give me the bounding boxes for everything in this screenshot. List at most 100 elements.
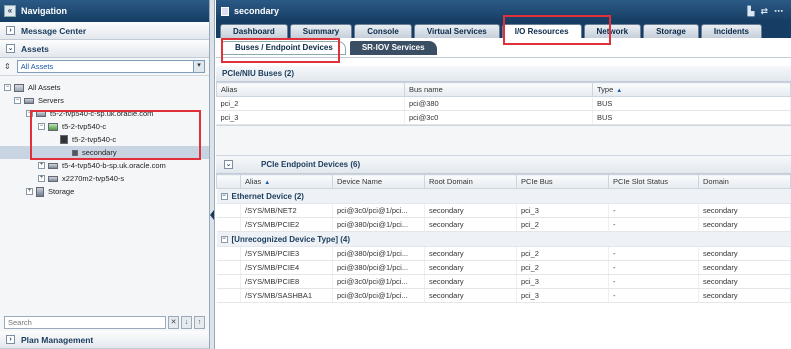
- table-row[interactable]: /SYS/MB/PCIE8 pci@3c0/pci@1/pci... secon…: [216, 274, 791, 289]
- table-cell: secondary: [698, 246, 791, 261]
- column-header-expander: [216, 174, 241, 189]
- table-cell: pci_3: [516, 288, 609, 303]
- tree-node-servers[interactable]: − Servers: [0, 94, 209, 107]
- collapse-node-icon[interactable]: −: [4, 84, 11, 91]
- asset-filter-select[interactable]: All Assets ▾: [16, 60, 205, 73]
- tab-io-resources[interactable]: I/O Resources: [501, 24, 582, 38]
- tree-node-storage[interactable]: + Storage: [0, 185, 209, 198]
- group-row-unrecognized[interactable]: − [Unrecognized Device Type] (4): [216, 231, 791, 247]
- server-icon: [48, 175, 58, 182]
- tree-node-server1-host[interactable]: t5-2-tvp540-c: [0, 133, 209, 146]
- tree-node-server1-os[interactable]: − t5-2-tvp540-c: [0, 120, 209, 133]
- main-header: secondary ▙ ⇄ ⋯: [216, 0, 791, 22]
- collapse-icon[interactable]: «: [4, 5, 16, 17]
- tab-virtual-services[interactable]: Virtual Services: [413, 24, 500, 38]
- arrow-up-icon[interactable]: ↑: [194, 315, 205, 329]
- asset-filter-row: ⇕ All Assets ▾: [0, 58, 209, 76]
- clear-icon[interactable]: ✕: [168, 315, 179, 329]
- table-cell: /SYS/MB/PCIE2: [240, 217, 333, 232]
- collapse-node-icon[interactable]: −: [220, 235, 228, 243]
- search-input[interactable]: [4, 315, 166, 329]
- tab-network[interactable]: Network: [583, 24, 642, 38]
- group-row-ethernet[interactable]: − Ethernet Device (2): [216, 188, 791, 204]
- subtab-buses-endpoints[interactable]: Buses / Endpoint Devices: [222, 40, 346, 55]
- main-panel: secondary ▙ ⇄ ⋯ Dashboard Summary Consol…: [216, 0, 791, 349]
- collapse-node-icon[interactable]: −: [38, 123, 45, 130]
- chevron-down-icon[interactable]: ▾: [193, 61, 204, 72]
- column-header-root-domain[interactable]: Root Domain: [424, 174, 517, 189]
- expand-node-icon[interactable]: +: [38, 175, 45, 182]
- table-cell: pci@3c0/pci@1/pci...: [332, 288, 425, 303]
- table-cell: /SYS/MB/NET2: [240, 203, 333, 218]
- tab-incidents[interactable]: Incidents: [700, 24, 763, 38]
- collapse-node-icon[interactable]: −: [14, 97, 21, 104]
- table-cell: pci@3c0/pci@1/pci...: [332, 203, 425, 218]
- tree-label: Storage: [48, 187, 75, 196]
- collapse-node-icon[interactable]: −: [220, 192, 228, 200]
- tree-label: t5-4-tvp540-b-sp.uk.oracle.com: [62, 161, 166, 170]
- collapse-arrow-icon[interactable]: [210, 210, 214, 220]
- refresh-icon[interactable]: ⇄: [760, 6, 768, 17]
- assets-accordion[interactable]: ⌄ Assets: [0, 40, 209, 58]
- column-header-alias[interactable]: Alias ▲: [240, 174, 333, 189]
- column-header-slot-status[interactable]: PCIe Slot Status: [608, 174, 699, 189]
- table-cell: pci@380/pci@1/pci...: [332, 217, 425, 232]
- tree-node-all-assets[interactable]: − All Assets: [0, 81, 209, 94]
- expand-node-icon[interactable]: +: [26, 188, 33, 195]
- tab-console[interactable]: Console: [354, 24, 412, 38]
- buses-panel-title: PCIe/NIU Buses (2): [216, 66, 791, 82]
- endpoints-title-label: PCIe Endpoint Devices (6): [261, 160, 361, 169]
- table-row[interactable]: pci_2 pci@380 BUS: [216, 96, 791, 111]
- search-row: ✕ ↓ ↑: [0, 314, 209, 330]
- table-cell: pci@380: [404, 96, 593, 111]
- message-center-accordion[interactable]: › Message Center: [0, 22, 209, 40]
- table-row[interactable]: /SYS/MB/PCIE2 pci@380/pci@1/pci... secon…: [216, 217, 791, 232]
- collapse-node-icon[interactable]: −: [26, 110, 33, 117]
- sort-ascending-icon: ▲: [616, 88, 623, 94]
- tab-storage[interactable]: Storage: [643, 24, 699, 38]
- tab-dashboard[interactable]: Dashboard: [220, 24, 288, 38]
- column-header-bus-name[interactable]: Bus name: [404, 82, 593, 97]
- storage-icon: [36, 186, 44, 197]
- column-header-domain[interactable]: Domain: [698, 174, 791, 189]
- table-cell: -: [608, 217, 699, 232]
- filter-icon[interactable]: ⇕: [4, 62, 11, 71]
- table-row[interactable]: /SYS/MB/PCIE3 pci@380/pci@1/pci... secon…: [216, 246, 791, 261]
- more-icon[interactable]: ⋯: [774, 6, 783, 17]
- column-header-type[interactable]: Type ▲: [592, 82, 791, 97]
- message-center-label: Message Center: [21, 25, 87, 36]
- column-header-device-name[interactable]: Device Name: [332, 174, 425, 189]
- tree-node-server1[interactable]: − t5-2-tvp540-c-sp.uk.oracle.com: [0, 107, 209, 120]
- expand-node-icon[interactable]: +: [38, 162, 45, 169]
- column-header-alias[interactable]: Alias: [216, 82, 405, 97]
- page-title: secondary: [234, 6, 280, 16]
- plan-management-accordion[interactable]: › Plan Management: [0, 331, 209, 349]
- tree-node-secondary[interactable]: secondary: [0, 146, 209, 159]
- table-cell: pci_3: [216, 110, 405, 125]
- table-cell: secondary: [698, 260, 791, 275]
- asset-filter-value: All Assets: [20, 62, 54, 71]
- tree-label: secondary: [82, 148, 117, 157]
- tab-summary[interactable]: Summary: [289, 24, 353, 38]
- table-row[interactable]: /SYS/MB/PCIE4 pci@380/pci@1/pci... secon…: [216, 260, 791, 275]
- table-row[interactable]: /SYS/MB/SASHBA1 pci@3c0/pci@1/pci... sec…: [216, 288, 791, 303]
- tree-node-server2[interactable]: + t5-4-tvp540-b-sp.uk.oracle.com: [0, 159, 209, 172]
- actions-icon[interactable]: ▙: [748, 6, 755, 17]
- panel-splitter[interactable]: [210, 0, 215, 349]
- table-cell: -: [608, 288, 699, 303]
- table-row[interactable]: pci_3 pci@3c0 BUS: [216, 110, 791, 125]
- table-cell: pci@3c0: [404, 110, 593, 125]
- collapse-chevron-icon[interactable]: ⌄: [224, 160, 233, 169]
- endpoints-table: Alias ▲ Device Name Root Domain PCIe Bus …: [216, 174, 791, 303]
- subtab-sriov-services[interactable]: SR-IOV Services: [349, 40, 437, 55]
- endpoints-panel-title[interactable]: ⌄ PCIe Endpoint Devices (6): [216, 156, 791, 174]
- table-row[interactable]: /SYS/MB/NET2 pci@3c0/pci@1/pci... second…: [216, 203, 791, 218]
- table-cell: secondary: [698, 217, 791, 232]
- tree-label: x2270m2-tvp540-s: [62, 174, 125, 183]
- table-cell: secondary: [424, 260, 517, 275]
- column-header-pcie-bus[interactable]: PCIe Bus: [516, 174, 609, 189]
- arrow-down-icon[interactable]: ↓: [181, 315, 192, 329]
- table-cell: BUS: [592, 110, 791, 125]
- tree-node-server3[interactable]: + x2270m2-tvp540-s: [0, 172, 209, 185]
